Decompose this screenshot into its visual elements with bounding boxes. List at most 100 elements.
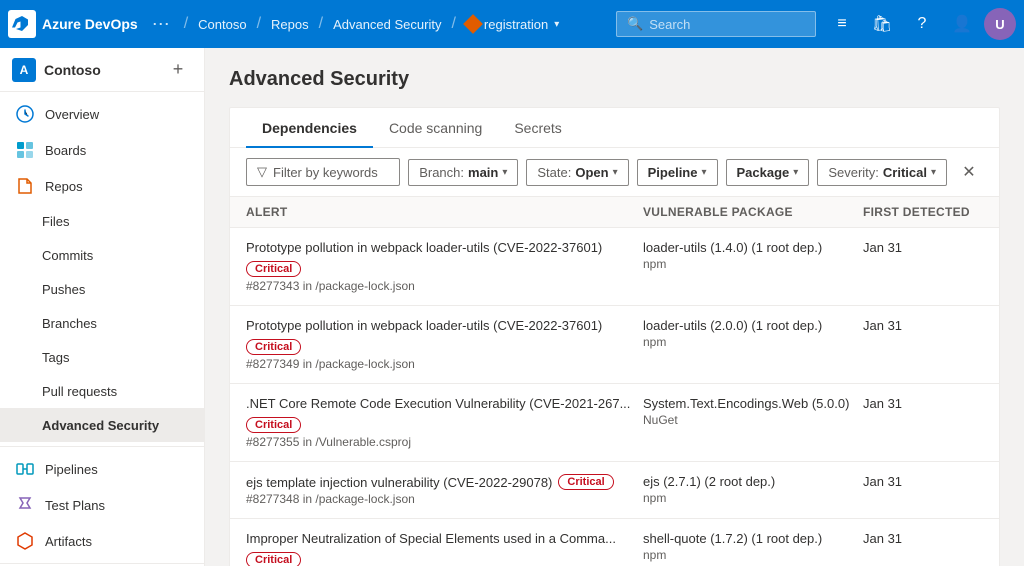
content-area: Advanced Security Dependencies Code scan… xyxy=(205,48,1024,566)
state-filter[interactable]: State: Open ▾ xyxy=(526,159,628,186)
critical-badge: Critical xyxy=(246,339,301,355)
alert-name: Prototype pollution in webpack loader-ut… xyxy=(246,240,643,277)
top-navigation: Azure DevOps ⋯ / Contoso / Repos / Advan… xyxy=(0,0,1024,48)
azure-devops-logo[interactable] xyxy=(8,10,36,38)
package-chevron-icon: ▾ xyxy=(793,167,798,178)
alert-sub: #8277355 in /Vulnerable.csproj xyxy=(246,435,643,449)
sidebar-item-boards[interactable]: Boards xyxy=(0,132,204,168)
sidebar-item-files[interactable]: Files xyxy=(0,204,204,238)
tab-secrets[interactable]: Secrets xyxy=(498,108,577,148)
pipelines-icon xyxy=(15,459,35,479)
repo-diamond-icon xyxy=(463,14,483,34)
org-avatar: A xyxy=(12,58,36,82)
page-title: Advanced Security xyxy=(229,68,1000,91)
org-name[interactable]: A Contoso xyxy=(12,58,101,82)
package-type: npm xyxy=(643,257,863,271)
divider xyxy=(0,446,204,447)
sidebar: A Contoso + Overview Boards xyxy=(0,48,205,566)
shopping-bag-icon[interactable]: 🛍 xyxy=(864,6,900,42)
search-box[interactable]: 🔍 Search xyxy=(616,11,816,37)
vulnerable-package: shell-quote (1.7.2) (1 root dep.) xyxy=(643,531,863,546)
first-detected: Jan 31 xyxy=(863,318,983,333)
tab-dependencies[interactable]: Dependencies xyxy=(246,108,373,148)
vulnerable-package: loader-utils (2.0.0) (1 root dep.) xyxy=(643,318,863,333)
tabs: Dependencies Code scanning Secrets xyxy=(230,108,999,148)
table-row[interactable]: Improper Neutralization of Special Eleme… xyxy=(230,519,999,566)
package-type: npm xyxy=(643,491,863,505)
pipeline-filter[interactable]: Pipeline ▾ xyxy=(637,159,718,186)
vulnerable-package: loader-utils (1.4.0) (1 root dep.) xyxy=(643,240,863,255)
breadcrumb-registration[interactable]: registration ▾ xyxy=(466,17,559,32)
package-type: npm xyxy=(643,548,863,562)
sidebar-item-artifacts[interactable]: Artifacts xyxy=(0,523,204,559)
sidebar-item-testplans[interactable]: Test Plans xyxy=(0,487,204,523)
package-type: npm xyxy=(643,335,863,349)
critical-badge: Critical xyxy=(246,552,301,566)
main-layout: A Contoso + Overview Boards xyxy=(0,48,1024,566)
header-alert: Alert xyxy=(246,205,643,219)
first-detected: Jan 31 xyxy=(863,396,983,411)
pipeline-chevron-icon: ▾ xyxy=(701,167,706,178)
table-row[interactable]: Prototype pollution in webpack loader-ut… xyxy=(230,306,999,384)
sidebar-item-branches[interactable]: Branches xyxy=(0,306,204,340)
app-name[interactable]: Azure DevOps xyxy=(42,16,138,32)
add-button[interactable]: + xyxy=(164,56,192,84)
sidebar-item-pull-requests[interactable]: Pull requests xyxy=(0,374,204,408)
sidebar-item-advanced-security[interactable]: Advanced Security xyxy=(0,408,204,442)
breadcrumb-advanced-security[interactable]: Advanced Security xyxy=(333,17,441,32)
vulnerable-package: System.Text.Encodings.Web (5.0.0) xyxy=(643,396,863,411)
repos-icon xyxy=(15,176,35,196)
critical-badge: Critical xyxy=(558,474,613,490)
table-header: Alert Vulnerable package First detected xyxy=(230,197,999,228)
user-avatar[interactable]: U xyxy=(984,8,1016,40)
alert-name: ejs template injection vulnerability (CV… xyxy=(246,474,643,490)
alert-sub: #8277348 in /package-lock.json xyxy=(246,492,643,506)
package-filter[interactable]: Package ▾ xyxy=(726,159,810,186)
first-detected: Jan 31 xyxy=(863,474,983,489)
notifications-icon[interactable]: ≡ xyxy=(824,6,860,42)
table-row[interactable]: ejs template injection vulnerability (CV… xyxy=(230,462,999,519)
dropdown-chevron-icon: ▾ xyxy=(554,19,559,30)
filter-bar: ▽ Filter by keywords Branch: main ▾ Stat… xyxy=(230,148,999,197)
table-row[interactable]: .NET Core Remote Code Execution Vulnerab… xyxy=(230,384,999,462)
header-first-detected: First detected xyxy=(863,205,983,219)
app-menu-icon[interactable]: ⋯ xyxy=(148,14,174,35)
first-detected: Jan 31 xyxy=(863,240,983,255)
sidebar-item-repos[interactable]: Repos xyxy=(0,168,204,204)
critical-badge: Critical xyxy=(246,417,301,433)
alert-sub: #8277349 in /package-lock.json xyxy=(246,357,643,371)
boards-icon xyxy=(15,140,35,160)
help-icon[interactable]: ? xyxy=(904,6,940,42)
table-body: Prototype pollution in webpack loader-ut… xyxy=(230,228,999,566)
sidebar-nav: Overview Boards Repos Files Co xyxy=(0,92,204,563)
vulnerable-package: ejs (2.7.1) (2 root dep.) xyxy=(643,474,863,489)
sidebar-item-pushes[interactable]: Pushes xyxy=(0,272,204,306)
critical-badge: Critical xyxy=(246,261,301,277)
branch-chevron-icon: ▾ xyxy=(502,167,507,178)
severity-filter[interactable]: Severity: Critical ▾ xyxy=(817,159,947,186)
user-settings-icon[interactable]: 👤 xyxy=(944,6,980,42)
branch-filter[interactable]: Branch: main ▾ xyxy=(408,159,518,186)
sidebar-item-commits[interactable]: Commits xyxy=(0,238,204,272)
package-type: NuGet xyxy=(643,413,863,427)
sidebar-item-pipelines[interactable]: Pipelines xyxy=(0,451,204,487)
alert-name: .NET Core Remote Code Execution Vulnerab… xyxy=(246,396,643,433)
sidebar-item-tags[interactable]: Tags xyxy=(0,340,204,374)
content-card: Dependencies Code scanning Secrets ▽ Fil… xyxy=(229,107,1000,566)
clear-filters-button[interactable]: ✕ xyxy=(955,158,983,186)
severity-chevron-icon: ▾ xyxy=(931,167,936,178)
keyword-filter-input[interactable]: ▽ Filter by keywords xyxy=(246,158,400,186)
first-detected: Jan 31 xyxy=(863,531,983,546)
breadcrumb-repos[interactable]: Repos xyxy=(271,17,309,32)
sidebar-item-overview[interactable]: Overview xyxy=(0,96,204,132)
testplans-icon xyxy=(15,495,35,515)
state-chevron-icon: ▾ xyxy=(613,167,618,178)
nav-icons: ≡ 🛍 ? 👤 U xyxy=(824,6,1016,42)
search-icon: 🔍 xyxy=(627,16,643,32)
header-vulnerable-package: Vulnerable package xyxy=(643,205,863,219)
alert-name: Improper Neutralization of Special Eleme… xyxy=(246,531,643,566)
breadcrumb-contoso[interactable]: Contoso xyxy=(198,17,246,32)
filter-icon: ▽ xyxy=(257,164,267,180)
table-row[interactable]: Prototype pollution in webpack loader-ut… xyxy=(230,228,999,306)
tab-code-scanning[interactable]: Code scanning xyxy=(373,108,498,148)
